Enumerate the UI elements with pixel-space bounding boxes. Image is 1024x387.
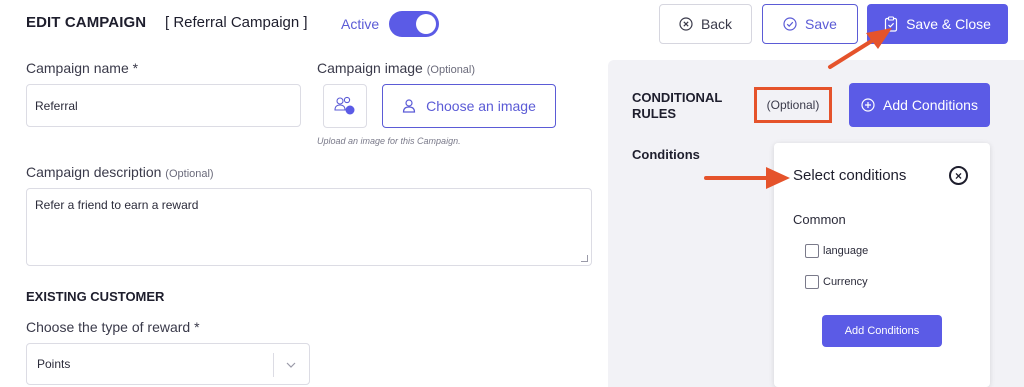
add-conditions-button[interactable]: Add Conditions: [849, 83, 990, 127]
condition-option-label: language: [823, 245, 869, 257]
conditions-label: Conditions: [632, 147, 700, 162]
popup-add-conditions-button[interactable]: Add Conditions: [822, 315, 942, 347]
image-help-text: Upload an image for this Campaign.: [317, 136, 461, 146]
campaign-description-textarea[interactable]: Refer a friend to earn a reward: [26, 188, 592, 266]
conditional-rules-optional: (Optional): [766, 98, 820, 112]
conditional-rules-title: CONDITIONAL RULES: [632, 90, 723, 121]
optional-marker: (Optional): [426, 64, 476, 76]
optional-annotation-box: (Optional): [754, 87, 832, 123]
plus-circle-icon: [861, 98, 875, 112]
select-divider: [273, 353, 274, 377]
campaign-name-input[interactable]: Referral: [26, 84, 301, 127]
popup-add-conditions-label: Add Conditions: [844, 325, 920, 337]
save-button-label: Save: [805, 16, 837, 32]
save-and-close-button[interactable]: Save & Close: [867, 4, 1008, 44]
save-button[interactable]: Save: [762, 4, 858, 44]
active-toggle[interactable]: [389, 11, 439, 37]
campaign-description-label-text: Campaign description: [26, 164, 162, 180]
page-title: EDIT CAMPAIGN: [26, 14, 147, 31]
common-group-label: Common: [793, 212, 846, 227]
users-icon: [334, 96, 355, 115]
campaign-image-label: Campaign image (Optional): [317, 60, 475, 76]
choose-image-label: Choose an image: [426, 98, 536, 114]
user-icon: [403, 99, 416, 113]
reward-type-value: Points: [37, 357, 71, 371]
save-and-close-label: Save & Close: [906, 16, 991, 32]
back-button-label: Back: [700, 16, 733, 32]
checkbox[interactable]: [805, 244, 819, 258]
choose-image-button[interactable]: Choose an image: [382, 84, 556, 128]
campaign-name-value: Referral: [35, 98, 78, 113]
toggle-knob: [416, 14, 436, 34]
back-button[interactable]: Back: [659, 4, 752, 44]
campaign-name-label: Campaign name *: [26, 60, 138, 76]
campaign-name-heading: [ Referral Campaign ]: [165, 14, 308, 31]
reward-type-select[interactable]: Points: [26, 343, 310, 385]
campaign-description-value: Refer a friend to earn a reward: [35, 198, 199, 212]
required-marker: *: [194, 319, 200, 335]
resize-handle-icon[interactable]: [581, 255, 588, 262]
image-preview-placeholder: [323, 84, 367, 128]
required-marker: *: [132, 60, 139, 76]
check-circle-icon: [783, 17, 797, 31]
condition-option-currency[interactable]: Currency: [805, 275, 868, 289]
condition-option-language[interactable]: language: [805, 244, 868, 258]
reward-type-label-text: Choose the type of reward: [26, 319, 191, 335]
reward-type-label: Choose the type of reward *: [26, 319, 200, 335]
checkbox[interactable]: [805, 275, 819, 289]
close-circle-icon: [679, 17, 693, 31]
close-icon[interactable]: ×: [949, 166, 968, 185]
add-conditions-label: Add Conditions: [883, 97, 978, 113]
existing-customer-heading: EXISTING CUSTOMER: [26, 289, 165, 304]
campaign-description-label: Campaign description (Optional): [26, 164, 214, 180]
optional-marker: (Optional): [165, 168, 214, 180]
condition-option-label: Currency: [823, 276, 868, 288]
campaign-image-label-text: Campaign image: [317, 60, 423, 76]
chevron-down-icon: [286, 362, 296, 368]
campaign-name-label-text: Campaign name: [26, 60, 129, 76]
active-status-label: Active: [341, 16, 380, 32]
clipboard-check-icon: [884, 16, 898, 32]
select-conditions-title: Select conditions: [793, 167, 907, 184]
